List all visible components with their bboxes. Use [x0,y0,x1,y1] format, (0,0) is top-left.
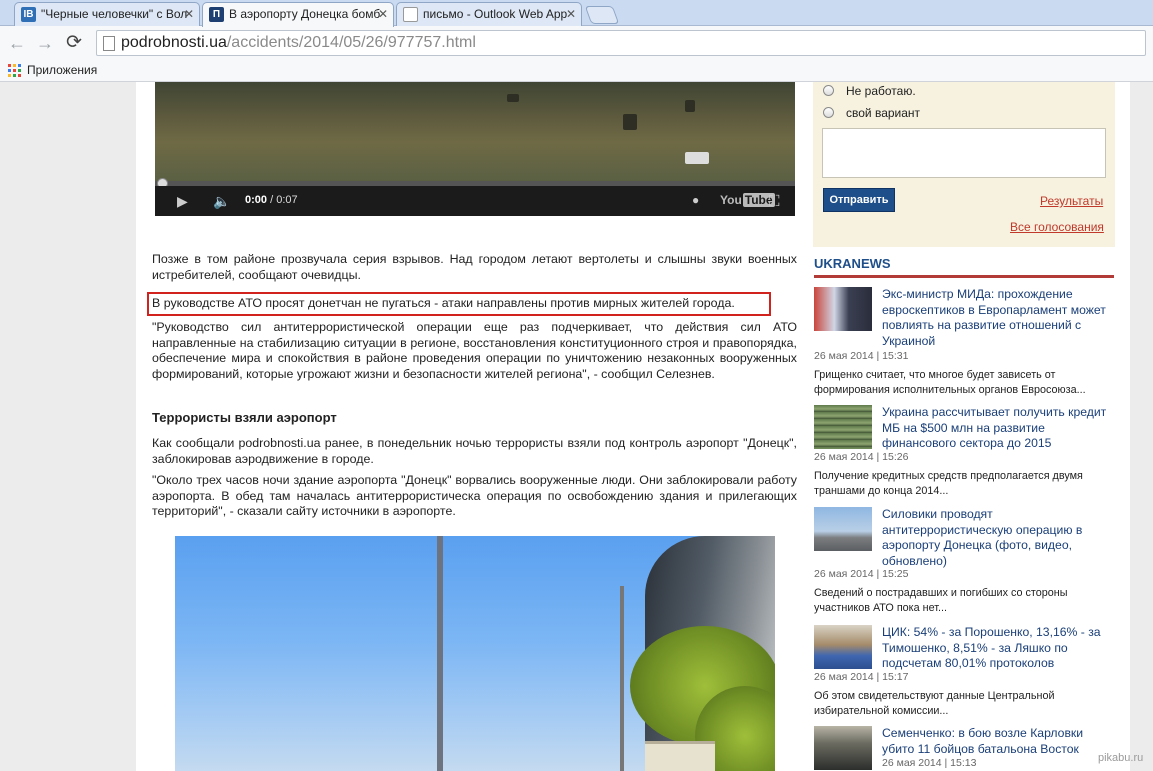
apps-grid-icon[interactable] [8,64,21,77]
news-date: 26 мая 2014 | 15:17 [814,671,909,683]
poll-own-variant-input[interactable] [822,128,1106,178]
video-controls: ▶ 🔈 0:00 / 0:07 ● You Tube ⛶ [155,186,795,216]
tab-outlook[interactable]: письмо - Outlook Web App ✕ [396,2,582,26]
close-icon[interactable]: ✕ [184,3,194,25]
bookmark-apps[interactable]: Приложения [27,63,97,77]
fullscreen-icon[interactable]: ⛶ [769,193,780,210]
url-host: podrobnosti.ua [121,34,227,51]
watch-later-icon[interactable]: ● [692,193,699,207]
tab-airport-donetsk[interactable]: П В аэропорту Донецка бомб ✕ [202,2,394,27]
back-arrow-icon[interactable]: ← [6,32,28,54]
web-page: ▶ 🔈 0:00 / 0:07 ● You Tube ⛶ Позже в том … [0,82,1153,771]
news-date: 26 мая 2014 | 15:26 [814,451,909,463]
browser-toolbar: ← → ⟳ podrobnosti.ua/accidents/2014/05/2… [0,26,1153,60]
news-title[interactable]: ЦИК: 54% - за Порошенко, 13,16% - за Тим… [882,625,1112,672]
news-summary: Сведений о пострадавших и погибших со ст… [814,587,1068,614]
photo-building [645,741,715,771]
play-icon[interactable]: ▶ [177,193,188,210]
news-date: 26 мая 2014 | 15:31 [814,350,909,362]
poll-submit-button[interactable]: Отправить [823,188,895,212]
news-title[interactable]: Семенченко: в бою возле Карловки убито 1… [882,726,1112,757]
poll-option-label: свой вариант [846,106,921,120]
tab-label: В аэропорту Донецка бомб [229,7,381,21]
new-tab-button[interactable] [584,6,620,24]
news-thumbnail[interactable] [814,405,872,449]
article-paragraph-2: "Руководство сил антитеррористической оп… [152,320,797,381]
volume-icon[interactable]: 🔈 [213,193,230,210]
poll-radio-not-working[interactable] [823,85,834,96]
news-summary: Об этом свидетельствуют данные Центральн… [814,690,1055,717]
tab-label: "Черные человечки" с Вол [41,7,188,21]
news-title[interactable]: Силовики проводят антитеррористическую о… [882,507,1112,569]
poll-option-label: Не работаю. [846,84,916,98]
photo-lamp-pole [437,536,443,771]
youtube-logo[interactable]: You Tube [720,193,775,207]
ukranews-divider [814,275,1114,278]
highlighted-sentence: В руководстве АТО просят донетчан не пуг… [147,292,771,316]
poll-box: Не работаю. свой вариант Отправить Резул… [813,82,1115,247]
article-subheading: Террористы взяли аэропорт [152,410,337,425]
video-frame [155,82,795,182]
news-thumbnail[interactable] [814,625,872,669]
bookmarks-bar: Приложения [0,60,1153,82]
article-paragraph-3: Как сообщали podrobnosti.ua ранее, в пон… [152,436,797,466]
url-path: /accidents/2014/05/26/977757.html [226,34,476,51]
news-thumbnail[interactable] [814,287,872,331]
tab-label: письмо - Outlook Web App [423,7,568,21]
poll-results-link[interactable]: Результаты [1040,194,1103,208]
video-time-total: / 0:07 [270,194,298,206]
page-icon [403,7,418,22]
all-polls-link[interactable]: Все голосования [1010,220,1104,234]
news-thumbnail[interactable] [814,726,872,770]
close-icon[interactable]: ✕ [378,3,388,25]
address-url: podrobnosti.ua/accidents/2014/05/26/9777… [121,34,476,52]
ukranews-heading[interactable]: UKRANEWS [814,256,891,271]
article-paragraph-4: "Около трех часов ночи здание аэропорта … [152,473,797,518]
address-bar[interactable]: podrobnosti.ua/accidents/2014/05/26/9777… [96,30,1146,56]
browser-window: { "browser": { "tabs": [ {"label": "\"Че… [0,0,1153,771]
news-thumbnail[interactable] [814,507,872,551]
tab-strip: IB "Черные человечки" с Вол ✕ П В аэропо… [0,0,1153,27]
watermark: pikabu.ru [1098,752,1144,764]
reload-icon[interactable]: ⟳ [63,32,85,54]
article-photo [175,536,775,771]
close-icon[interactable]: ✕ [566,3,576,25]
video-time: 0:00 / 0:07 [245,194,298,206]
news-summary: Получение кредитных средств предполагает… [814,470,1083,497]
photo-lamp-pole [620,586,624,771]
news-summary: Грищенко считает, что многое будет завис… [814,369,1086,396]
tab-favicon: IB [21,7,36,22]
tab-chernye-chelovechki[interactable]: IB "Черные человечки" с Вол ✕ [14,2,200,26]
forward-arrow-icon[interactable]: → [34,32,56,54]
news-title[interactable]: Экс-министр МИДа: прохождение евроскепти… [882,287,1112,349]
poll-radio-own-variant[interactable] [823,107,834,118]
youtube-logo-you: You [720,193,742,207]
page-icon [103,36,115,51]
news-title[interactable]: Украина рассчитывает получить кредит МБ … [882,405,1112,452]
article-paragraph-1: Позже в том районе прозвучала серия взры… [152,252,797,282]
video-time-current: 0:00 [245,194,268,206]
news-date: 26 мая 2014 | 15:25 [814,568,909,580]
video-player[interactable]: ▶ 🔈 0:00 / 0:07 ● You Tube ⛶ [155,82,795,216]
highlighted-sentence-text: В руководстве АТО просят донетчан не пуг… [152,296,735,310]
news-date: 26 мая 2014 | 15:13 [882,757,977,769]
tab-favicon: П [209,7,224,22]
